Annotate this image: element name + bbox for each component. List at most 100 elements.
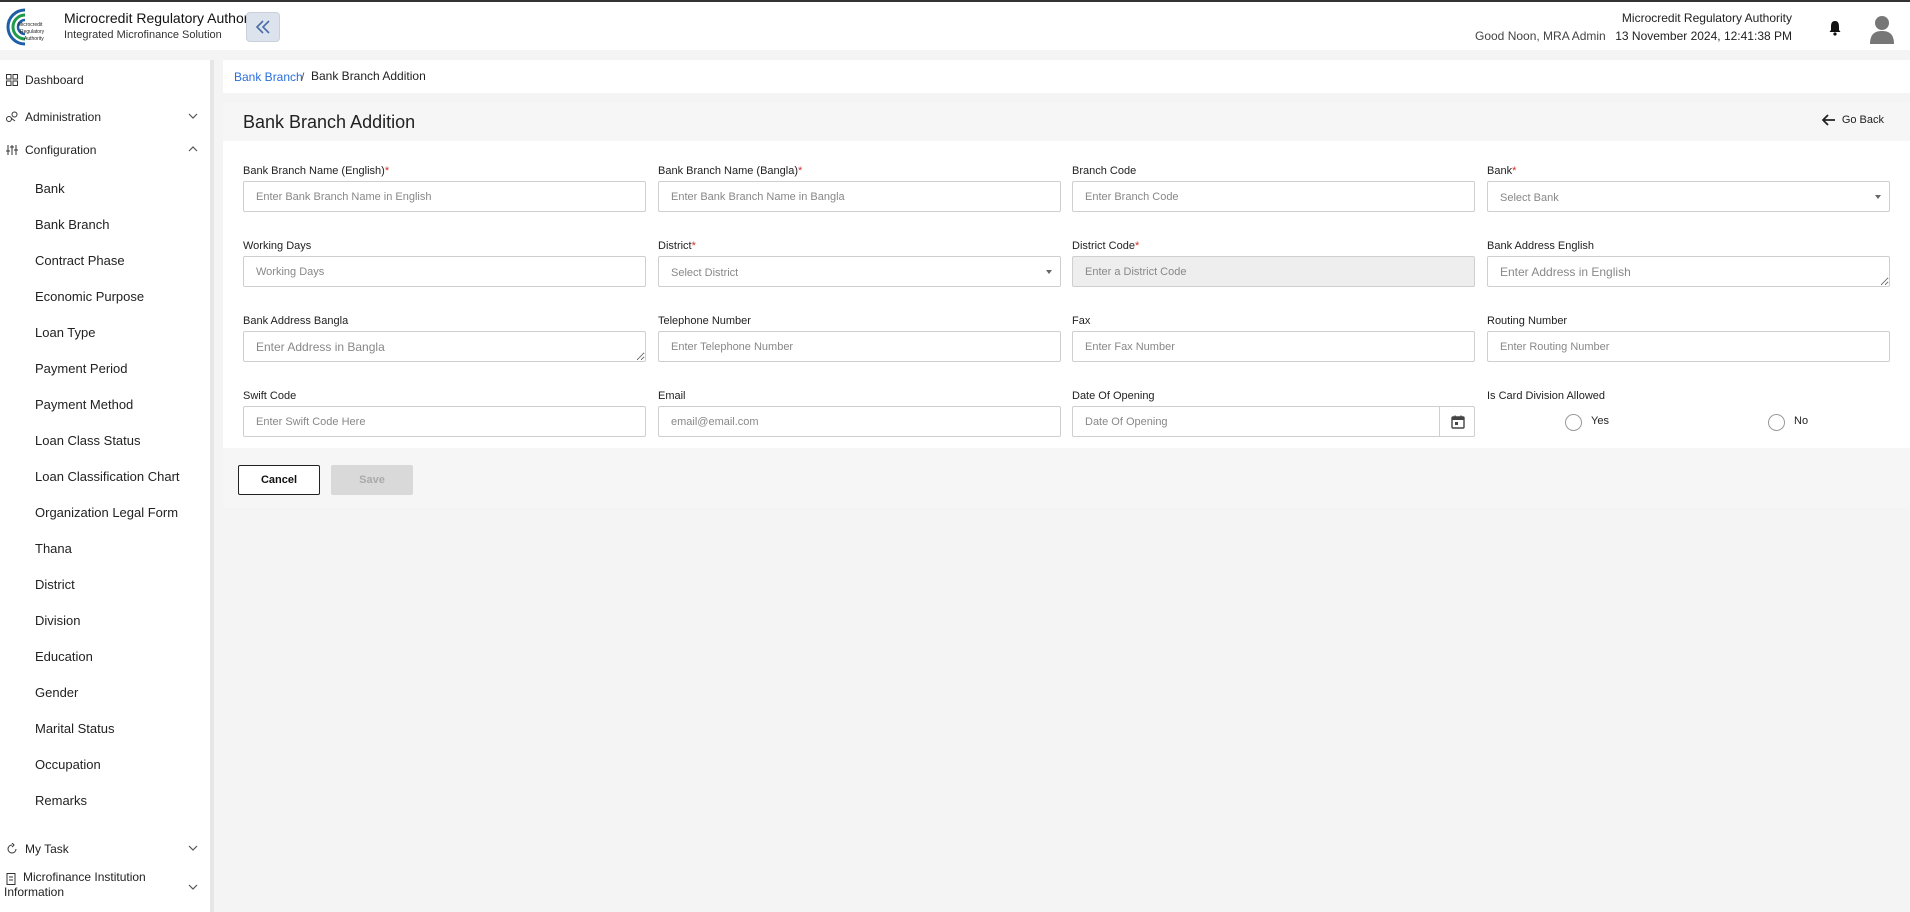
bank-branch-form: Bank Branch Name (English)* Bank Branch … (223, 141, 1910, 448)
district-code-input (1072, 256, 1475, 287)
required-mark: * (1512, 165, 1517, 177)
org-subtitle: Integrated Microfinance Solution (64, 29, 222, 41)
caret-down-icon (1875, 195, 1881, 199)
address-bn-textarea[interactable] (243, 331, 646, 362)
card-division-yes-radio[interactable] (1565, 414, 1582, 431)
branch-name-bn-input[interactable] (658, 181, 1061, 212)
fax-input[interactable] (1072, 331, 1475, 362)
branch-name-en-label: Bank Branch Name (English)* (243, 165, 390, 177)
bank-select[interactable]: Select Bank (1487, 181, 1890, 212)
sidebar-item-label: My Task (25, 842, 69, 856)
sidebar-item-label: Microfinance Institution Information (4, 870, 146, 899)
page-title-bar: Bank Branch Addition Go Back (223, 103, 1910, 141)
collapse-sidebar-button[interactable] (246, 12, 280, 42)
required-mark: * (691, 240, 696, 252)
mra-logo: Microcredit Regulatory Authority (4, 6, 56, 48)
branch-name-en-input[interactable] (243, 181, 646, 212)
chevron-down-icon (188, 884, 198, 890)
date-opening-input[interactable] (1072, 406, 1475, 437)
task-refresh-icon (7, 843, 17, 854)
swift-input[interactable] (243, 406, 646, 437)
sidebar: Dashboard Administration Configuration B… (0, 60, 214, 912)
sidebar-subitem-contract-phase[interactable]: Contract Phase (35, 253, 125, 268)
district-select[interactable]: Select District (658, 256, 1061, 287)
telephone-input[interactable] (658, 331, 1061, 362)
sidebar-item-label: Administration (25, 110, 102, 124)
breadcrumb-separator: / (301, 70, 305, 84)
sidebar-subitem-gender[interactable]: Gender (35, 685, 78, 700)
page-title: Bank Branch Addition (243, 112, 416, 132)
save-button[interactable]: Save (331, 465, 413, 495)
working-days-label: Working Days (243, 240, 312, 252)
sidebar-subitem-organization-legal-form[interactable]: Organization Legal Form (35, 505, 178, 520)
form-actions: Cancel Save (223, 448, 1910, 508)
sidebar-subitem-payment-period[interactable]: Payment Period (35, 361, 128, 376)
card-division-no-radio[interactable] (1768, 414, 1785, 431)
routing-input[interactable] (1487, 331, 1890, 362)
go-back-button[interactable]: Go Back (1821, 114, 1884, 126)
sidebar-item-configuration[interactable]: Configuration (0, 135, 210, 165)
branch-code-input[interactable] (1072, 181, 1475, 212)
arrow-left-icon (1821, 114, 1835, 126)
branch-name-bn-label: Bank Branch Name (Bangla)* (658, 165, 803, 177)
top-header: Microcredit Regulatory Authority Microcr… (0, 0, 1910, 50)
sidebar-item-label: Configuration (25, 143, 97, 157)
branch-code-label: Branch Code (1072, 165, 1137, 177)
required-mark: * (384, 165, 390, 177)
card-division-label: Is Card Division Allowed (1487, 390, 1605, 402)
header-datetime: 13 November 2024, 12:41:38 PM (1615, 29, 1792, 43)
sidebar-subitem-remarks[interactable]: Remarks (35, 793, 87, 808)
sidebar-subitem-marital-status[interactable]: Marital Status (35, 721, 114, 736)
user-avatar-icon[interactable] (1868, 14, 1896, 44)
email-input[interactable] (658, 406, 1061, 437)
calendar-button[interactable] (1439, 406, 1475, 437)
sidebar-subitem-thana[interactable]: Thana (35, 541, 72, 556)
sidebar-item-my-task[interactable]: My Task (0, 834, 210, 864)
sidebar-item-administration[interactable]: Administration (0, 102, 210, 132)
sidebar-subitem-education[interactable]: Education (35, 649, 93, 664)
bank-label: Bank* (1487, 165, 1517, 177)
address-bn-label: Bank Address Bangla (243, 315, 349, 327)
district-code-label: District Code* (1072, 240, 1140, 252)
calendar-icon (1450, 415, 1465, 429)
address-en-textarea[interactable] (1487, 256, 1890, 287)
sidebar-subitem-loan-classification-chart[interactable]: Loan Classification Chart (35, 469, 180, 484)
chevron-down-icon (188, 113, 198, 119)
sidebar-subitem-division[interactable]: Division (35, 613, 81, 628)
required-mark: * (1134, 240, 1140, 252)
district-select-placeholder: Select District (671, 267, 739, 279)
telephone-label: Telephone Number (658, 315, 751, 327)
sidebar-subitem-economic-purpose[interactable]: Economic Purpose (35, 289, 144, 304)
required-mark: * (798, 165, 803, 177)
double-chevron-left-icon (255, 20, 270, 34)
svg-text:Microcredit: Microcredit (18, 22, 43, 28)
swift-label: Swift Code (243, 390, 297, 402)
sidebar-subitem-occupation[interactable]: Occupation (35, 757, 101, 772)
bank-select-placeholder: Select Bank (1500, 192, 1559, 204)
breadcrumb: Bank Branch / Bank Branch Addition (223, 60, 1910, 93)
sidebar-subitem-loan-class-status[interactable]: Loan Class Status (35, 433, 141, 448)
sidebar-subitem-loan-type[interactable]: Loan Type (35, 325, 95, 340)
working-days-input[interactable] (243, 256, 646, 287)
administration-icon (6, 111, 18, 122)
configuration-sliders-icon (6, 145, 18, 155)
sidebar-item-mfi-information[interactable]: Microfinance Institution Information (0, 870, 210, 904)
caret-down-icon (1046, 270, 1052, 274)
district-label: District* (658, 240, 696, 252)
chevron-down-icon (188, 845, 198, 851)
email-label: Email (658, 390, 686, 402)
sidebar-subitem-payment-method[interactable]: Payment Method (35, 397, 133, 412)
notification-bell-icon[interactable] (1826, 19, 1844, 37)
svg-text:Regulatory: Regulatory (20, 29, 45, 35)
address-en-label: Bank Address English (1487, 240, 1595, 252)
org-title: Microcredit Regulatory Authority (64, 10, 263, 26)
greeting-text: Good Noon, MRA Admin (1475, 29, 1606, 43)
sidebar-item-dashboard[interactable]: Dashboard (0, 65, 210, 95)
sidebar-subitem-district[interactable]: District (35, 577, 75, 592)
breadcrumb-link-bank-branch[interactable]: Bank Branch (234, 70, 303, 84)
sidebar-subitem-bank[interactable]: Bank (35, 181, 65, 196)
cancel-button[interactable]: Cancel (238, 465, 320, 495)
institution-document-icon (6, 873, 16, 885)
fax-label: Fax (1072, 315, 1091, 327)
sidebar-subitem-bank-branch[interactable]: Bank Branch (35, 217, 109, 232)
